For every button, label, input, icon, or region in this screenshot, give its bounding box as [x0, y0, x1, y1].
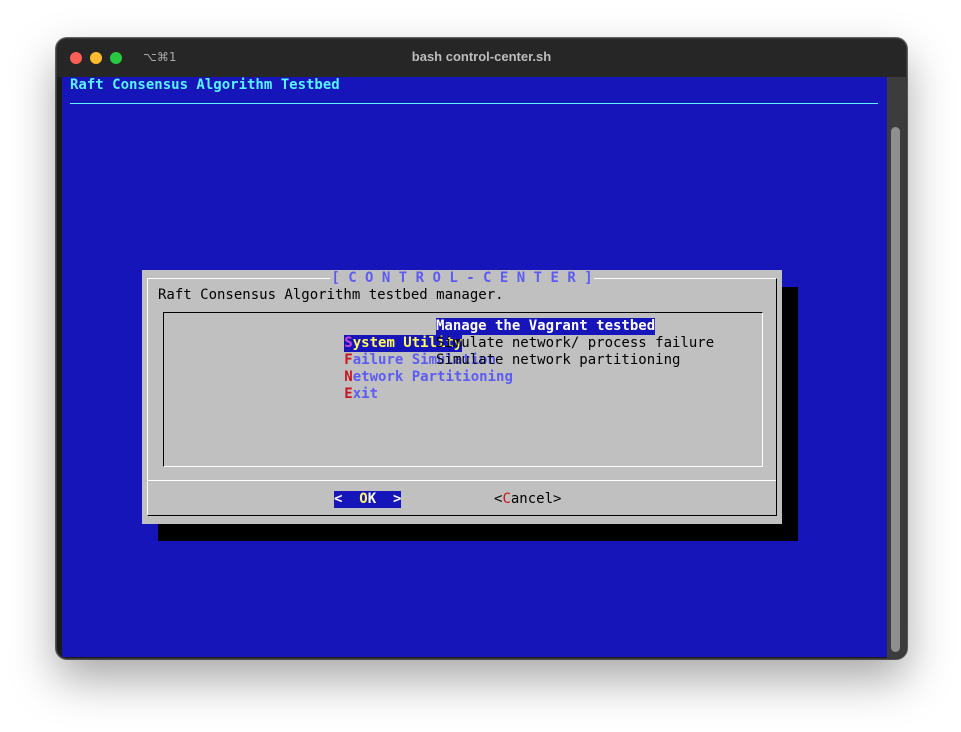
control-center-dialog: [ C O N T R O L - C E N T E R ] Raft Con… [142, 270, 782, 524]
dialog-title: [ C O N T R O L - C E N T E R ] [330, 270, 594, 286]
terminal-screen[interactable]: Raft Consensus Algorithm Testbed [ C O N… [62, 77, 887, 657]
backtitle-underline [70, 103, 878, 104]
menu-description: Manage the Vagrant testbed [436, 318, 656, 335]
title-bar: ⌥⌘1 bash control-center.sh [57, 39, 906, 77]
ok-button[interactable]: < OK > [334, 491, 402, 508]
menu-item-network-partitioning[interactable]: Network Partitioning Simulate network pa… [260, 352, 680, 385]
window-title: bash control-center.sh [411, 49, 552, 64]
hotkey: E [344, 386, 353, 402]
backtitle: Raft Consensus Algorithm Testbed [70, 77, 340, 93]
terminal-window: ⌥⌘1 bash control-center.sh Raft Consensu… [56, 38, 907, 659]
cancel-button[interactable]: <Cancel> [494, 491, 561, 508]
menu-item-failure-simulation[interactable]: Failure Simulation Simulate network/ pro… [260, 335, 714, 368]
menu-description: Simulate network/ process failure [436, 335, 715, 351]
dialog-description: Raft Consensus Algorithm testbed manager… [158, 287, 504, 303]
menu-list: System Utility Manage the Vagrant testbe… [163, 312, 763, 467]
menu-item-exit[interactable]: Exit [260, 369, 378, 402]
menu-item-system-utility[interactable]: System Utility Manage the Vagrant testbe… [260, 318, 656, 352]
scrollbar-thumb[interactable] [891, 127, 900, 652]
dialog-button-separator [148, 480, 776, 481]
menu-tag-exit[interactable]: Exit [344, 386, 378, 403]
menu-description: Simulate network partitioning [436, 352, 681, 368]
